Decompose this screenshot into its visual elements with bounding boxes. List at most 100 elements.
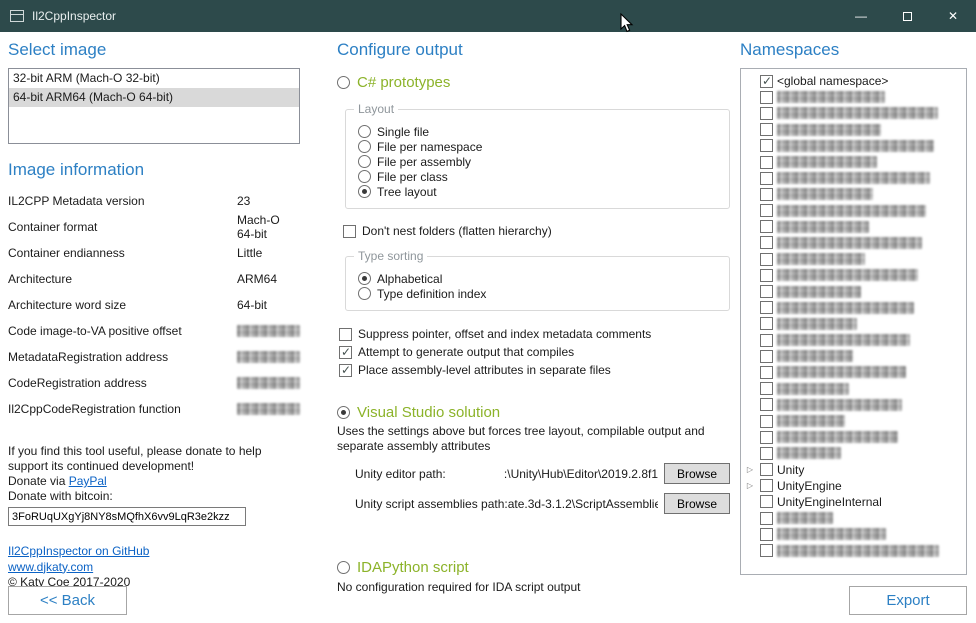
layout-option-file-per-assembly[interactable]: File per assembly (358, 154, 719, 169)
namespace-checkbox[interactable] (760, 544, 773, 557)
namespace-checkbox[interactable] (760, 91, 773, 104)
namespace-checkbox[interactable] (760, 528, 773, 541)
maximize-button[interactable] (884, 0, 930, 32)
layout-option-file-per-namespace[interactable]: File per namespace (358, 139, 719, 154)
namespace-checkbox[interactable] (760, 317, 773, 330)
website-link[interactable]: www.djkaty.com (8, 560, 93, 574)
namespace-checkbox[interactable] (760, 431, 773, 444)
expander-icon[interactable]: ▷ (744, 462, 756, 478)
suppress-metadata-comments-option[interactable]: Suppress pointer, offset and index metad… (339, 327, 730, 341)
flatten-hierarchy-option[interactable]: Don't nest folders (flatten hierarchy) (343, 224, 730, 238)
namespace-row[interactable]: UnityEngineInternal (744, 494, 966, 510)
namespace-list[interactable]: <global namespace> ▷Unity▷UnityEngineUnit… (740, 68, 967, 575)
file-per-namespace-radio[interactable] (358, 140, 371, 153)
namespace-row[interactable] (744, 542, 966, 558)
namespace-checkbox[interactable] (760, 123, 773, 136)
image-listbox[interactable]: 32-bit ARM (Mach-O 32-bit) 64-bit ARM64 … (8, 68, 300, 144)
visual-studio-solution-radio[interactable] (337, 406, 350, 419)
export-button[interactable]: Export (849, 586, 967, 615)
layout-option-file-per-class[interactable]: File per class (358, 169, 719, 184)
namespace-row[interactable] (744, 105, 966, 121)
namespace-checkbox[interactable] (760, 107, 773, 120)
minimize-button[interactable]: — (838, 0, 884, 32)
unity-editor-browse-button[interactable]: Browse (664, 463, 730, 484)
separate-attributes-option[interactable]: Place assembly-level attributes in separ… (339, 363, 730, 377)
namespace-row[interactable] (744, 235, 966, 251)
idapython-script-option[interactable]: IDAPython script (337, 559, 730, 576)
namespace-row[interactable] (744, 445, 966, 461)
separate-attributes-checkbox[interactable] (339, 364, 352, 377)
namespace-checkbox[interactable] (760, 253, 773, 266)
namespace-row[interactable] (744, 397, 966, 413)
layout-option-tree-layout[interactable]: Tree layout (358, 184, 719, 199)
namespace-checkbox[interactable] (760, 236, 773, 249)
namespace-checkbox[interactable] (760, 301, 773, 314)
alphabetical-radio[interactable] (358, 272, 371, 285)
namespace-checkbox[interactable] (760, 350, 773, 363)
expander-icon[interactable]: ▷ (744, 478, 756, 494)
visual-studio-solution-option[interactable]: Visual Studio solution (337, 404, 730, 421)
sorting-option-alphabetical[interactable]: Alphabetical (358, 271, 719, 286)
tree-layout-radio[interactable] (358, 185, 371, 198)
namespace-row[interactable] (744, 251, 966, 267)
suppress-metadata-comments-checkbox[interactable] (339, 328, 352, 341)
type-definition-index-radio[interactable] (358, 287, 371, 300)
paypal-link[interactable]: PayPal (69, 474, 107, 488)
sorting-option-type-definition-index[interactable]: Type definition index (358, 286, 719, 301)
namespace-checkbox[interactable] (760, 334, 773, 347)
namespace-checkbox[interactable] (760, 479, 773, 492)
file-per-class-radio[interactable] (358, 170, 371, 183)
namespace-row[interactable] (744, 300, 966, 316)
namespace-checkbox[interactable] (760, 398, 773, 411)
namespace-row[interactable] (744, 381, 966, 397)
unity-script-assemblies-browse-button[interactable]: Browse (664, 493, 730, 514)
namespace-row[interactable] (744, 186, 966, 202)
namespace-checkbox[interactable] (760, 220, 773, 233)
namespace-row[interactable] (744, 138, 966, 154)
image-list-item[interactable]: 64-bit ARM64 (Mach-O 64-bit) (9, 88, 299, 107)
namespace-checkbox[interactable] (760, 463, 773, 476)
namespace-row[interactable] (744, 89, 966, 105)
namespace-checkbox[interactable] (760, 447, 773, 460)
namespace-row[interactable] (744, 267, 966, 283)
namespace-row[interactable] (744, 526, 966, 542)
namespace-row[interactable]: <global namespace> (744, 73, 966, 89)
namespace-checkbox[interactable] (760, 156, 773, 169)
namespace-row[interactable] (744, 364, 966, 380)
namespace-checkbox[interactable] (760, 415, 773, 428)
close-button[interactable]: ✕ (930, 0, 976, 32)
bitcoin-address-input[interactable] (8, 507, 246, 526)
namespace-row[interactable] (744, 316, 966, 332)
file-per-assembly-radio[interactable] (358, 155, 371, 168)
compilable-output-checkbox[interactable] (339, 346, 352, 359)
namespace-checkbox[interactable] (760, 495, 773, 508)
github-link[interactable]: Il2CppInspector on GitHub (8, 544, 149, 558)
namespace-row[interactable] (744, 429, 966, 445)
csharp-prototypes-option[interactable]: C# prototypes (337, 74, 730, 91)
namespace-checkbox[interactable] (760, 285, 773, 298)
compilable-output-option[interactable]: Attempt to generate output that compiles (339, 345, 730, 359)
namespace-row[interactable] (744, 154, 966, 170)
namespace-checkbox[interactable] (760, 204, 773, 217)
namespace-checkbox[interactable] (760, 366, 773, 379)
flatten-hierarchy-checkbox[interactable] (343, 225, 356, 238)
namespace-row[interactable] (744, 510, 966, 526)
namespace-row[interactable]: ▷Unity (744, 462, 966, 478)
idapython-script-radio[interactable] (337, 561, 350, 574)
namespace-checkbox[interactable] (760, 139, 773, 152)
namespace-checkbox[interactable] (760, 75, 773, 88)
namespace-row[interactable] (744, 413, 966, 429)
namespace-row[interactable] (744, 332, 966, 348)
namespace-row[interactable] (744, 348, 966, 364)
namespace-row[interactable] (744, 170, 966, 186)
csharp-prototypes-radio[interactable] (337, 76, 350, 89)
namespace-checkbox[interactable] (760, 512, 773, 525)
namespace-row[interactable] (744, 219, 966, 235)
back-button[interactable]: << Back (8, 586, 127, 615)
image-list-item[interactable]: 32-bit ARM (Mach-O 32-bit) (9, 69, 299, 88)
namespace-row[interactable]: ▷UnityEngine (744, 478, 966, 494)
namespace-checkbox[interactable] (760, 172, 773, 185)
layout-option-single-file[interactable]: Single file (358, 124, 719, 139)
namespace-checkbox[interactable] (760, 188, 773, 201)
namespace-row[interactable] (744, 122, 966, 138)
